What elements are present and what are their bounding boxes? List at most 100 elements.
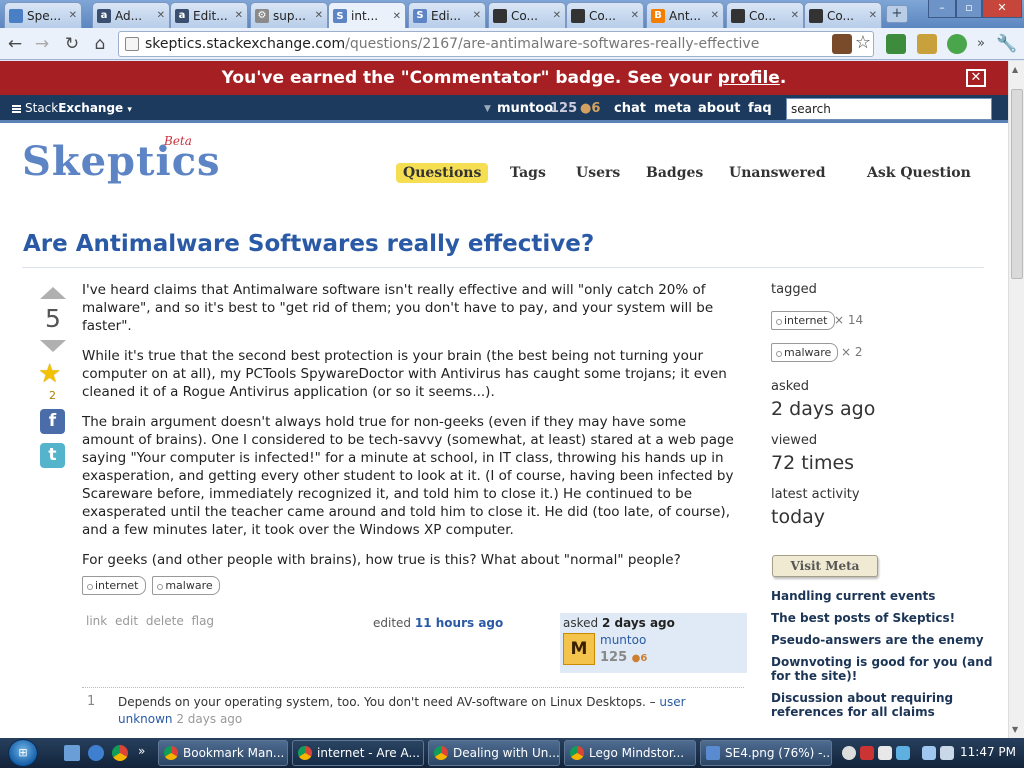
browser-tab[interactable]: Co... ✕ [566, 2, 644, 28]
meta-post-link[interactable]: The best posts of Skeptics! [771, 611, 1001, 625]
start-button[interactable]: ⊞ [8, 739, 38, 767]
sidebar-tag-malware[interactable]: malware [771, 343, 839, 362]
viewed-stat-value: 72 times [771, 452, 855, 474]
browser-tab[interactable]: a Ad... ✕ [92, 2, 170, 28]
question-title[interactable]: Are Antimalware Softwares really effecti… [23, 231, 594, 257]
close-tab-icon[interactable]: ✕ [791, 10, 799, 21]
stackexchange-menu[interactable]: StackExchange ▾ [12, 101, 132, 115]
close-tab-icon[interactable]: ✕ [711, 10, 719, 21]
close-tab-icon[interactable]: ✕ [631, 10, 639, 21]
user-menu-caret-icon[interactable]: ▼ [484, 104, 491, 114]
close-tab-icon[interactable]: ✕ [869, 10, 877, 21]
post-menu-links[interactable]: link edit delete flag [86, 614, 214, 628]
tag-malware[interactable]: malware [152, 576, 220, 595]
tray-app-icon[interactable] [842, 746, 856, 760]
scroll-up-icon[interactable]: ▲ [1012, 65, 1018, 74]
favorite-star-icon[interactable]: ★ [38, 359, 61, 389]
visit-meta-button[interactable]: Visit Meta [772, 555, 878, 577]
meta-post-link[interactable]: Downvoting is good for you (and for the … [771, 655, 1001, 683]
search-input[interactable]: search [786, 98, 992, 120]
facebook-share-icon[interactable]: f [40, 409, 65, 434]
browser-tab[interactable]: Co... ✕ [488, 2, 566, 28]
address-bar[interactable]: skeptics.stackexchange.com/questions/216… [118, 31, 874, 57]
maximize-button[interactable]: ▫ [956, 0, 982, 18]
close-tab-icon[interactable]: ✕ [69, 10, 77, 21]
meta-post-link[interactable]: Pseudo-answers are the enemy [771, 633, 1001, 647]
close-tab-icon[interactable]: ✕ [157, 10, 165, 21]
tray-app-icon[interactable] [878, 746, 892, 760]
nav-badges[interactable]: Badges [646, 165, 703, 181]
close-tab-icon[interactable]: ✕ [553, 10, 561, 21]
close-tab-icon[interactable]: ✕ [235, 10, 243, 21]
taskbar-item[interactable]: Lego Mindstor... [564, 740, 696, 766]
scrollbar-thumb[interactable] [1011, 89, 1023, 279]
browser-tab[interactable]: Co... ✕ [726, 2, 804, 28]
volume-icon[interactable] [940, 746, 954, 760]
browser-tab-title: Spe... [27, 8, 62, 23]
taskbar-item[interactable]: Dealing with Un... [428, 740, 560, 766]
nav-ask-question[interactable]: Ask Question [867, 165, 971, 181]
q-extension-icon[interactable] [947, 34, 967, 54]
internet-explorer-icon[interactable] [88, 745, 104, 761]
browser-tab[interactable]: ⚙ sup... ✕ [250, 2, 328, 28]
profile-link[interactable]: profile [718, 68, 780, 88]
notification-close-icon[interactable]: ✕ [966, 69, 986, 87]
close-tab-icon[interactable]: ✕ [473, 10, 481, 21]
home-icon[interactable]: ⌂ [89, 33, 111, 55]
taskbar-item[interactable]: internet - Are A... [292, 740, 424, 766]
extension-icon[interactable] [832, 34, 852, 54]
chrome-icon [298, 746, 312, 760]
meta-post-link[interactable]: Handling current events [771, 589, 1001, 603]
network-icon[interactable] [922, 746, 936, 760]
comment-date: 2 days ago [176, 712, 243, 726]
browser-tab[interactable]: Co... ✕ [804, 2, 882, 28]
forward-arrow-icon[interactable]: → [31, 33, 53, 55]
nav-questions[interactable]: Questions [396, 163, 489, 183]
close-window-button[interactable]: ✕ [982, 0, 1022, 18]
feed-extension-icon[interactable] [886, 34, 906, 54]
edited-time-link[interactable]: 11 hours ago [415, 616, 503, 630]
sidebar-tag-internet[interactable]: internet [771, 311, 835, 330]
vote-down-icon[interactable] [40, 340, 66, 352]
quicklaunch-overflow-icon[interactable]: » [138, 744, 145, 758]
twitter-share-icon[interactable]: t [40, 443, 65, 468]
user-name-link[interactable]: muntoo [497, 101, 553, 116]
browser-tab[interactable]: Sint... ✕ [328, 2, 406, 29]
faq-link[interactable]: faq [748, 101, 772, 116]
nav-unanswered[interactable]: Unanswered [729, 165, 826, 181]
owner-name-link[interactable]: muntoo [600, 633, 646, 647]
chrome-icon[interactable] [112, 745, 128, 761]
minimize-button[interactable]: – [928, 0, 956, 18]
wrench-icon[interactable]: 🔧 [996, 33, 1018, 55]
browser-tab[interactable]: Spe... ✕ [4, 2, 82, 28]
taskbar-item[interactable]: SE4.png (76%) -... [700, 740, 832, 766]
extensions-overflow-icon[interactable]: » [970, 33, 992, 55]
basket-extension-icon[interactable] [917, 34, 937, 54]
browser-tab[interactable]: B Ant... ✕ [646, 2, 724, 28]
tray-app-icon[interactable] [896, 746, 910, 760]
close-tab-icon[interactable]: ✕ [315, 10, 323, 21]
close-tab-icon[interactable]: ✕ [393, 11, 401, 22]
nav-users[interactable]: Users [576, 165, 620, 181]
avatar[interactable]: M [563, 633, 595, 665]
taskbar-item[interactable]: Bookmark Man... [158, 740, 288, 766]
new-tab-button[interactable]: + [886, 5, 908, 23]
show-desktop-icon[interactable] [64, 745, 80, 761]
browser-tab[interactable]: S Edi... ✕ [408, 2, 486, 28]
browser-tab[interactable]: a Edit... ✕ [170, 2, 248, 28]
chat-link[interactable]: chat [614, 101, 646, 116]
back-arrow-icon[interactable]: ← [4, 33, 26, 55]
tag-internet[interactable]: internet [82, 576, 146, 595]
vote-up-icon[interactable] [40, 287, 66, 299]
clock[interactable]: 11:47 PM [960, 745, 1016, 759]
meta-link[interactable]: meta [654, 101, 691, 116]
meta-post-link[interactable]: Discussion about requiring references fo… [771, 691, 1001, 719]
activity-stat-value[interactable]: today [771, 506, 825, 528]
nav-tags[interactable]: Tags [510, 165, 546, 181]
bookmark-star-icon[interactable]: ☆ [852, 32, 874, 54]
vertical-scrollbar[interactable]: ▲ ▼ [1008, 61, 1024, 738]
reload-icon[interactable]: ↻ [61, 33, 83, 55]
scroll-down-icon[interactable]: ▼ [1012, 725, 1018, 734]
about-link[interactable]: about [698, 101, 740, 116]
tray-app-icon[interactable] [860, 746, 874, 760]
